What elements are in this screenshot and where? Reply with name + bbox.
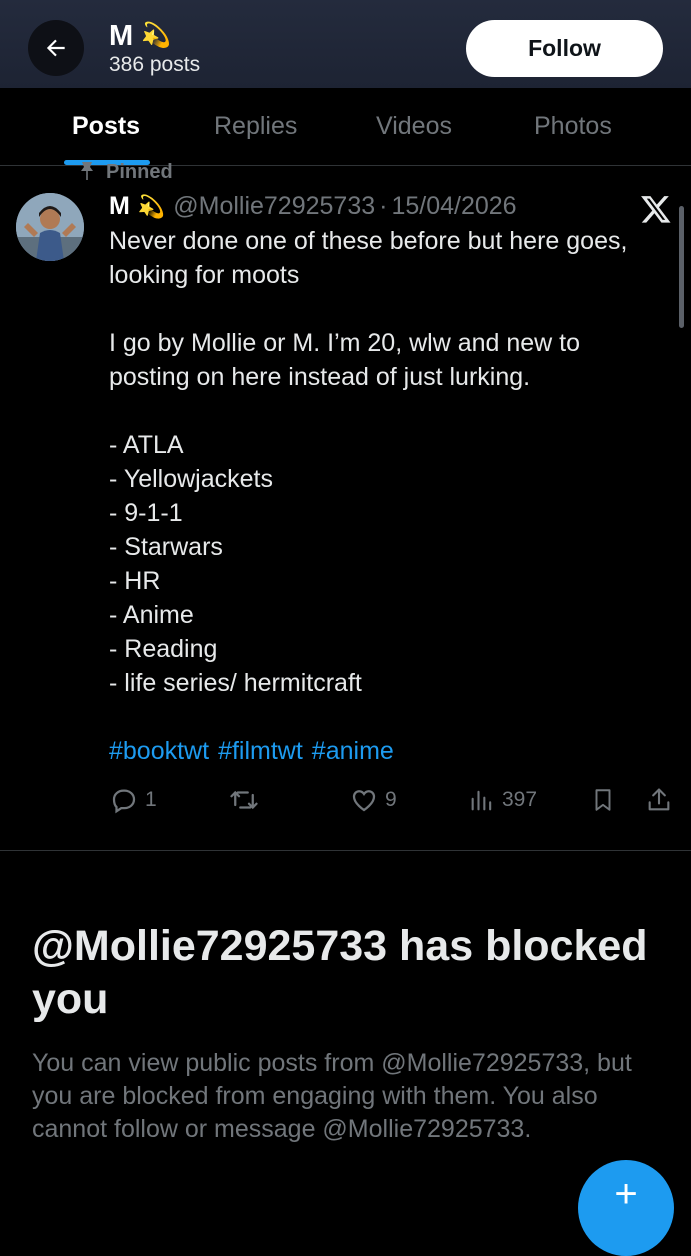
post-author-name[interactable]: M	[109, 192, 130, 221]
views-button[interactable]: 397	[468, 785, 537, 815]
post-line: Never done one of these before but here …	[109, 227, 628, 255]
repost-icon	[230, 790, 258, 810]
x-logo-icon[interactable]	[640, 193, 672, 225]
tab-videos[interactable]: Videos	[376, 112, 452, 141]
hashtag-link[interactable]: #anime	[312, 737, 394, 765]
divider	[0, 850, 691, 851]
back-button[interactable]	[28, 20, 84, 76]
post-handle[interactable]: @Mollie72925733	[173, 192, 375, 221]
tab-photos[interactable]: Photos	[534, 112, 612, 141]
reply-count: 1	[145, 788, 157, 811]
hashtag-link[interactable]: #booktwt	[109, 737, 209, 765]
tab-replies[interactable]: Replies	[214, 112, 297, 141]
sparkle-emoji-icon: 💫	[141, 22, 172, 49]
views-icon	[471, 790, 492, 811]
scrollbar[interactable]	[679, 206, 684, 328]
view-count: 397	[502, 788, 538, 811]
reply-button[interactable]: 1	[109, 785, 157, 815]
post-line: - ATLA	[109, 431, 184, 459]
back-arrow-icon	[46, 39, 65, 57]
post-line: - HR	[109, 567, 161, 595]
share-button[interactable]	[645, 785, 673, 815]
post-line: - 9-1-1	[109, 499, 183, 527]
post-line: posting on here instead of just lurking.	[109, 363, 531, 391]
blocked-description: You can view public posts from @Mollie72…	[32, 1049, 632, 1143]
post-line: - Reading	[109, 635, 218, 663]
like-icon	[352, 790, 376, 812]
post-header: M 💫 @Mollie72925733 · 15/04/2026	[109, 192, 517, 221]
post-line: I go by Mollie or M. I’m 20, wlw and new…	[109, 329, 581, 357]
hashtag-link[interactable]: #filmtwt	[218, 737, 303, 765]
sparkle-emoji-icon: 💫	[137, 193, 166, 219]
profile-name: M	[109, 20, 134, 52]
tab-posts[interactable]: Posts	[72, 112, 140, 141]
repost-button[interactable]	[228, 785, 260, 815]
post-line: - Starwars	[109, 533, 223, 561]
separator: ·	[379, 192, 388, 220]
post-line: - Yellowjackets	[109, 465, 273, 493]
pinned-text: Pinned	[106, 161, 173, 180]
follow-button[interactable]: Follow	[466, 20, 663, 77]
post-line: looking for moots	[109, 261, 300, 289]
blocked-title: @Mollie72925733 has blocked you	[32, 922, 648, 1023]
avatar[interactable]	[16, 193, 84, 261]
compose-icon: +	[614, 1172, 638, 1216]
post-count: 386 posts	[109, 53, 201, 76]
post-actions: 1 9 397	[0, 785, 691, 819]
compose-button[interactable]: +	[578, 1160, 674, 1256]
like-count: 9	[385, 788, 397, 811]
post-date[interactable]: 15/04/2026	[391, 192, 516, 221]
share-icon	[648, 788, 670, 811]
post-text: Never done one of these before but here …	[109, 224, 669, 768]
profile-header: M 💫 386 posts Follow	[0, 0, 691, 88]
reply-icon	[112, 789, 136, 814]
profile-tabs: Posts Replies Videos Photos	[0, 88, 691, 166]
hashtags: #booktwt #filmtwt #anime	[109, 734, 669, 768]
post-line: - Anime	[109, 601, 194, 629]
profile-title: M 💫 386 posts	[109, 20, 200, 78]
like-button[interactable]: 9	[349, 785, 397, 815]
avatar-image	[16, 193, 84, 261]
bookmark-button[interactable]	[590, 785, 616, 815]
pin-icon	[81, 162, 93, 180]
bookmark-icon	[595, 789, 611, 811]
post-line: - life series/ hermitcraft	[109, 669, 362, 697]
pinned-label: Pinned	[80, 158, 173, 180]
